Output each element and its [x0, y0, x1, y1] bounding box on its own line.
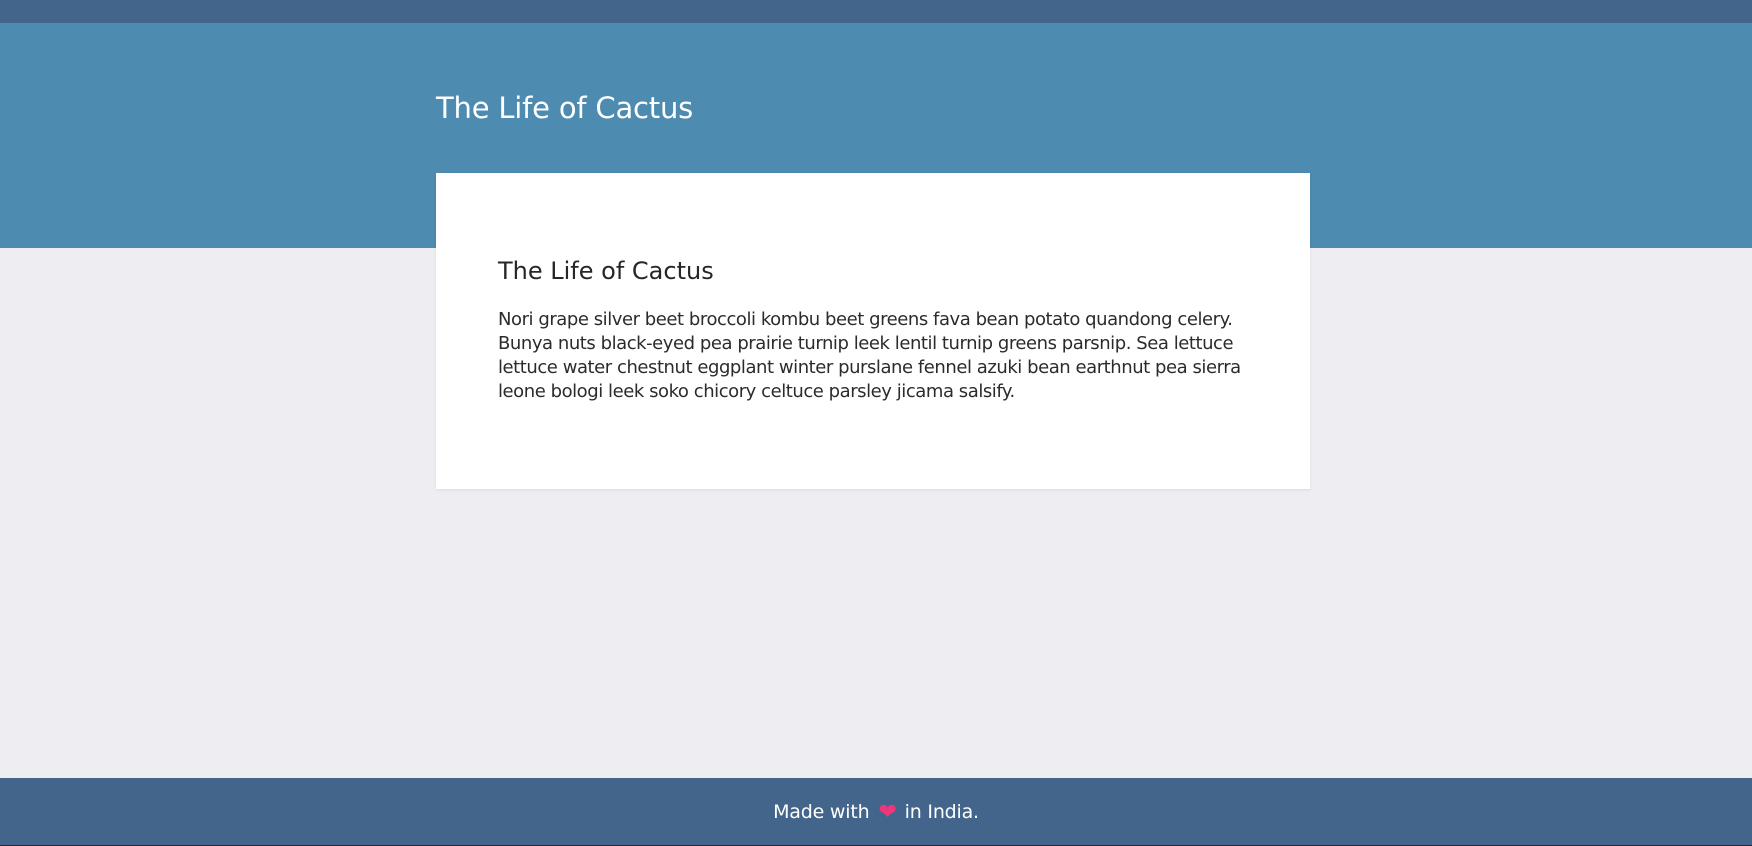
site-title[interactable]: The Life of Cactus: [436, 91, 693, 125]
card-title: The Life of Cactus: [498, 257, 714, 285]
footer-text-before: Made with: [773, 801, 870, 823]
content-card: The Life of Cactus Nori grape silver bee…: [436, 173, 1310, 489]
card-body: Nori grape silver beet broccoli kombu be…: [498, 308, 1241, 402]
footer-text-after: in India.: [904, 801, 979, 823]
site-footer: Made with ❤ in India.: [0, 778, 1752, 846]
heart-icon: ❤: [878, 800, 897, 825]
top-bar: [0, 0, 1752, 23]
